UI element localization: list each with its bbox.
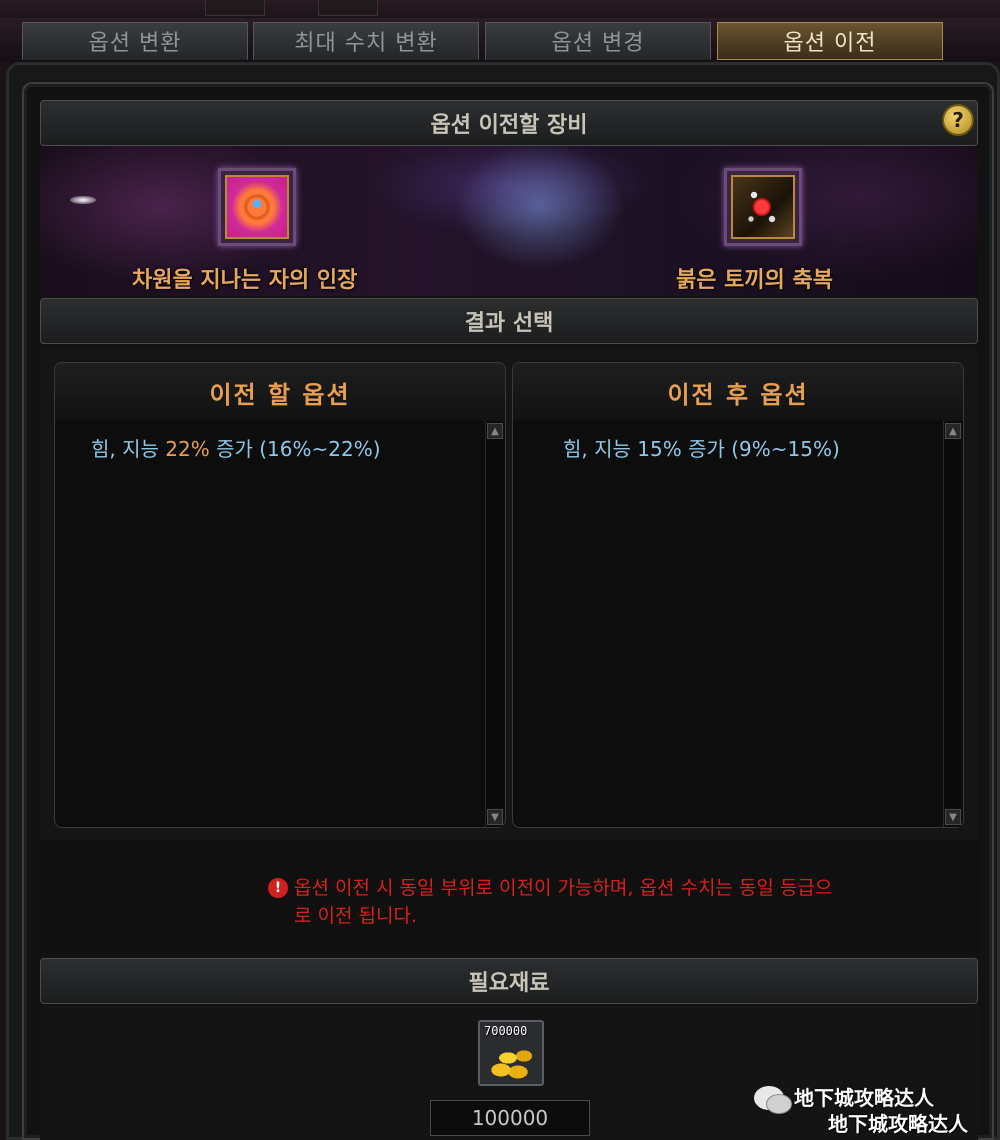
tab-option-convert[interactable]: 옵션 변환 (22, 22, 248, 60)
ring-icon (225, 175, 289, 239)
after-option-panel: 이전 후 옵션 힘, 지능 15% 증가 (9%~15%) ▲ ▼ (512, 362, 964, 828)
option-value: 22% (165, 437, 210, 461)
wechat-icon (754, 1086, 792, 1114)
gold-coins-icon (486, 1042, 536, 1082)
before-panel-scrollbar[interactable]: ▲ ▼ (485, 421, 503, 827)
after-panel-title: 이전 후 옵션 (513, 363, 963, 421)
scroll-up-icon[interactable]: ▲ (945, 423, 961, 439)
materials-section-title: 필요재료 (40, 958, 978, 1004)
required-amount: 100000 (430, 1100, 590, 1136)
after-option-line[interactable]: 힘, 지능 15% 증가 (9%~15%) (563, 433, 840, 462)
source-item-slot[interactable] (218, 168, 296, 246)
warning-icon: ! (268, 878, 288, 898)
top-strip (0, 0, 1000, 20)
before-panel-title: 이전 할 옵션 (55, 363, 505, 421)
top-stub (318, 0, 378, 16)
scroll-up-icon[interactable]: ▲ (487, 423, 503, 439)
before-option-line[interactable]: 힘, 지능 22% 증가 (16%~22%) (91, 433, 381, 462)
equip-section-title: 옵션 이전할 장비 (40, 100, 978, 146)
sparkle-decoration (70, 196, 96, 204)
warning-area: ! 옵션 이전 시 동일 부위로 이전이 가능하며, 옵션 수치는 동일 등급으… (40, 840, 978, 955)
watermark: 地下城攻略达人 地下城攻略达人 (752, 1080, 992, 1136)
option-text: 힘, 지능 (91, 437, 166, 461)
watermark-text-shadow: 地下城攻略达人 (828, 1112, 968, 1136)
warning-text: 옵션 이전 시 동일 부위로 이전이 가능하며, 옵션 수치는 동일 등급으로 … (294, 877, 833, 927)
scroll-down-icon[interactable]: ▼ (945, 809, 961, 825)
option-range: 증가 (16%~22%) (209, 437, 381, 461)
after-panel-scrollbar[interactable]: ▲ ▼ (943, 421, 961, 827)
target-item-slot[interactable] (724, 168, 802, 246)
watermark-text: 地下城攻略达人 (794, 1086, 934, 1110)
help-button[interactable]: ? (942, 104, 974, 136)
tab-max-value-convert[interactable]: 최대 수치 변환 (253, 22, 479, 60)
rabbit-icon (731, 175, 795, 239)
tab-option-change[interactable]: 옵션 변경 (485, 22, 711, 60)
tab-option-transfer[interactable]: 옵션 이전 (717, 22, 943, 60)
top-stub (205, 0, 265, 16)
result-section-title: 결과 선택 (40, 298, 978, 344)
tab-bar: 옵션 변환 최대 수치 변환 옵션 변경 옵션 이전 (0, 18, 1000, 62)
scroll-down-icon[interactable]: ▼ (487, 809, 503, 825)
source-item-name: 차원을 지나는 자의 인장 (132, 268, 358, 293)
gold-item-slot[interactable]: 700000 (478, 1020, 544, 1086)
before-option-panel: 이전 할 옵션 힘, 지능 22% 증가 (16%~22%) ▲ ▼ (54, 362, 506, 828)
target-item-name: 붉은 토끼의 축복 (676, 268, 833, 293)
gold-count: 700000 (484, 1024, 528, 1038)
